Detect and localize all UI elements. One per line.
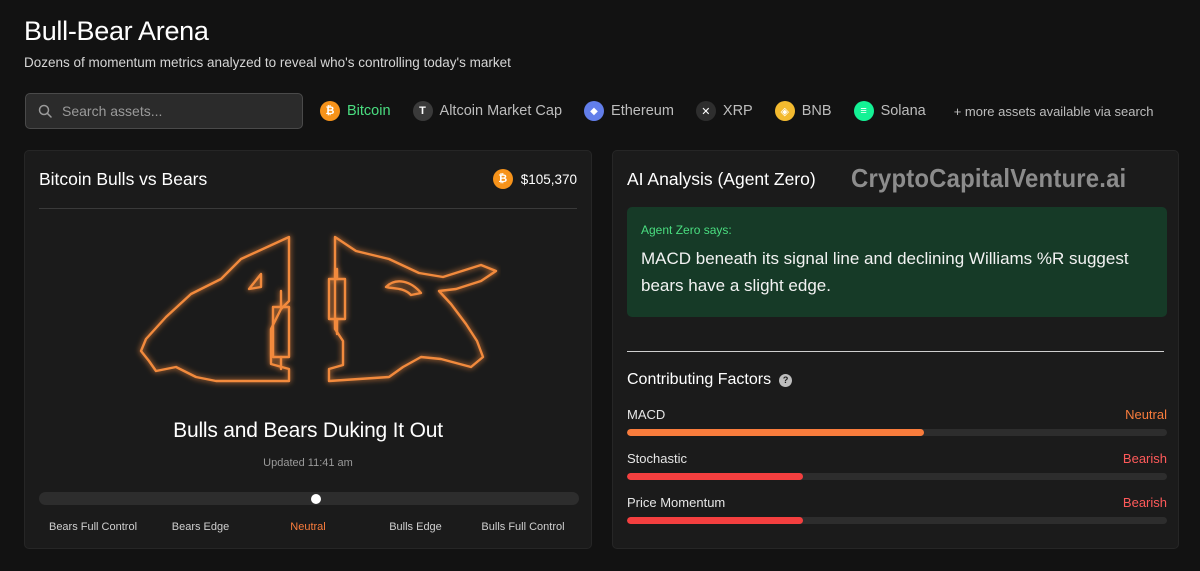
asset-label: Altcoin Market Cap: [439, 103, 563, 119]
factor-row: Price Momentum Bearish: [627, 495, 1167, 524]
card-title: Bitcoin Bulls vs Bears: [39, 169, 208, 189]
factor-status: Bearish: [1122, 451, 1167, 466]
factor-row: Stochastic Bearish: [627, 451, 1167, 480]
factor-name: Price Momentum: [627, 495, 726, 510]
asset-tab-bitcoin[interactable]: ₿ Bitcoin: [320, 101, 391, 121]
scale-label: Neutral: [290, 521, 326, 533]
bulls-bears-card: Bitcoin Bulls vs Bears ₿ $105,370 Bulls …: [24, 150, 592, 549]
bull-bear-logo-icon: [139, 235, 498, 383]
factor-bar-fill: [627, 429, 924, 436]
price-display: ₿ $105,370: [492, 169, 577, 189]
more-assets-hint: + more assets available via search: [953, 103, 1154, 119]
asset-tab-solana[interactable]: ≡ Solana: [853, 101, 926, 121]
sentiment-verdict: Bulls and Bears Duking It Out: [173, 419, 443, 442]
scale-label: Bulls Full Control: [481, 521, 565, 533]
factor-row: MACD Neutral: [627, 407, 1167, 436]
factor-bar-fill: [627, 473, 803, 480]
page-title: Bull-Bear Arena: [24, 16, 209, 46]
ai-analysis-card: AI Analysis (Agent Zero) CryptoCapitalVe…: [612, 150, 1179, 549]
card-title: AI Analysis (Agent Zero): [627, 169, 816, 189]
bitcoin-icon: ₿: [492, 169, 513, 189]
factor-status: Bearish: [1122, 495, 1167, 510]
agent-label: Agent Zero says:: [641, 223, 732, 237]
factor-name: MACD: [627, 407, 666, 422]
asset-label: Bitcoin: [347, 103, 391, 119]
factors-title: Contributing Factors: [627, 371, 772, 388]
page-subtitle: Dozens of momentum metrics analyzed to r…: [24, 55, 511, 70]
factor-status: Neutral: [1125, 407, 1167, 422]
ethereum-icon: ◆: [584, 101, 605, 121]
scale-label: Bears Edge: [171, 521, 230, 533]
solana-icon: ≡: [853, 101, 874, 121]
asset-tabs: ₿ Bitcoin T Altcoin Market Cap ◆ Ethereum ✕ XRP…: [320, 100, 1154, 122]
help-icon[interactable]: ?: [779, 373, 793, 387]
search-field[interactable]: Search assets...: [25, 93, 303, 129]
factor-bar: [627, 473, 1167, 480]
agent-text: MACD beneath its signal line and declini…: [641, 249, 1129, 295]
sentiment-slider-knob: [311, 494, 321, 504]
asset-label: BNB: [801, 103, 832, 119]
asset-tab-xrp[interactable]: ✕ XRP: [695, 101, 753, 121]
watermark-logo: CryptoCapitalVenture.ai: [851, 163, 1127, 193]
search-input[interactable]: Search assets...: [62, 103, 162, 119]
divider: [627, 351, 1164, 352]
factor-name: Stochastic: [627, 451, 687, 466]
agent-message: Agent Zero says: MACD beneath its signal…: [627, 207, 1167, 317]
factor-bar: [627, 517, 1167, 524]
asset-label: Solana: [880, 103, 926, 119]
altcoin-icon: T: [412, 101, 433, 121]
asset-tab-ethereum[interactable]: ◆ Ethereum: [584, 101, 674, 121]
factor-bar-fill: [627, 517, 803, 524]
scale-label: Bears Full Control: [48, 521, 138, 533]
xrp-icon: ✕: [695, 101, 716, 121]
factor-bar: [627, 429, 1167, 436]
price-value: $105,370: [520, 171, 577, 187]
sentiment-slider-track: [39, 492, 579, 505]
bitcoin-icon: ₿: [320, 101, 340, 121]
factors-heading: Contributing Factors ?: [627, 371, 793, 389]
asset-tab-bnb[interactable]: ◈ BNB: [774, 101, 832, 121]
asset-label: XRP: [722, 103, 753, 119]
asset-label: Ethereum: [611, 103, 674, 119]
scale-label: Bulls Edge: [389, 521, 442, 533]
asset-tab-altcoin-market-cap[interactable]: T Altcoin Market Cap: [412, 101, 563, 121]
divider: [39, 208, 577, 209]
bnb-icon: ◈: [774, 101, 795, 121]
search-icon: [38, 104, 52, 118]
updated-timestamp: Updated 11:41 am: [263, 457, 353, 469]
